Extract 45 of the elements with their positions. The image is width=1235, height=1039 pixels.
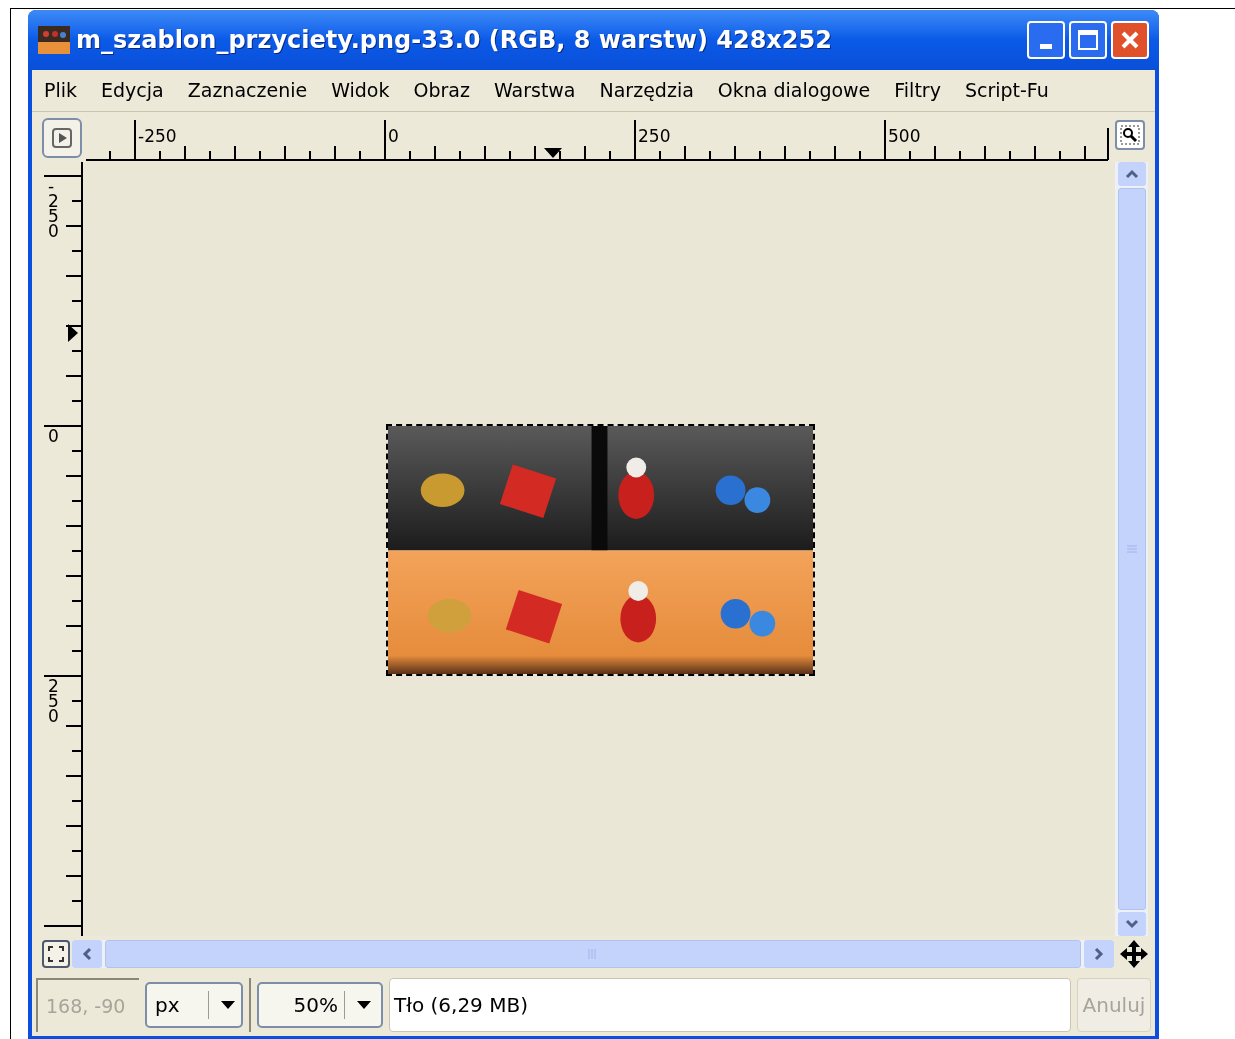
scroll-right-button[interactable] [1084, 940, 1114, 968]
fit-window-button[interactable] [42, 940, 70, 968]
menu-item[interactable]: Narzędzia [599, 76, 694, 105]
scroll-thumb[interactable] [1117, 188, 1146, 910]
menu-item[interactable]: Okna dialogowe [717, 76, 871, 105]
minimize-icon [1040, 44, 1052, 49]
unit-dropdown[interactable]: px [145, 982, 243, 1028]
navigate-button[interactable] [42, 118, 82, 158]
dropdown-arrow-icon [357, 1001, 371, 1009]
fullscreen-icon [48, 946, 64, 962]
maximize-button[interactable] [1069, 21, 1107, 59]
menu-item[interactable]: Warstwa [493, 76, 576, 105]
minimize-button[interactable] [1027, 21, 1065, 59]
window-title: m_szablon_przyciety.png-33.0 (RGB, 8 warstw) 428x252 [76, 25, 832, 56]
ruler-label: 250 [48, 676, 59, 726]
ruler-label: 0 [388, 126, 399, 146]
ruler-label: -250 [138, 126, 177, 146]
menu-item[interactable]: Zaznaczenie [187, 76, 308, 105]
dropdown-arrow-icon [221, 1001, 235, 1009]
pointer-coordinates: 168, -90 [36, 978, 139, 1032]
menu-item[interactable]: Filtry [894, 76, 941, 105]
zoom-dropdown[interactable]: 50% [257, 982, 383, 1028]
ruler-label: 250 [638, 126, 671, 146]
zoom-button[interactable] [1115, 120, 1145, 150]
menu-item[interactable]: Obraz [413, 76, 470, 105]
ruler-label: -250 [48, 176, 59, 241]
menu-item[interactable]: Plik [44, 76, 78, 105]
scroll-down-button[interactable] [1117, 912, 1146, 936]
pointer-marker [544, 148, 562, 158]
zoom-icon [1120, 125, 1140, 145]
menu-item[interactable]: Widok [331, 76, 390, 105]
pointer-marker [68, 324, 78, 342]
move-icon[interactable] [1119, 939, 1149, 969]
close-icon [1120, 30, 1140, 50]
close-button[interactable] [1111, 21, 1149, 59]
menu-item[interactable]: Script-Fu [964, 76, 1049, 105]
status-message: Tło (6,29 MB) [389, 978, 1071, 1032]
scroll-up-button[interactable] [1117, 162, 1146, 186]
image-icon [38, 26, 70, 54]
ruler-label: 500 [888, 126, 921, 146]
ruler-label: 0 [48, 426, 59, 446]
scroll-left-button[interactable] [72, 940, 102, 968]
play-icon [52, 128, 72, 148]
menu-item[interactable]: Edycja [101, 76, 164, 105]
maximize-icon [1078, 30, 1098, 50]
